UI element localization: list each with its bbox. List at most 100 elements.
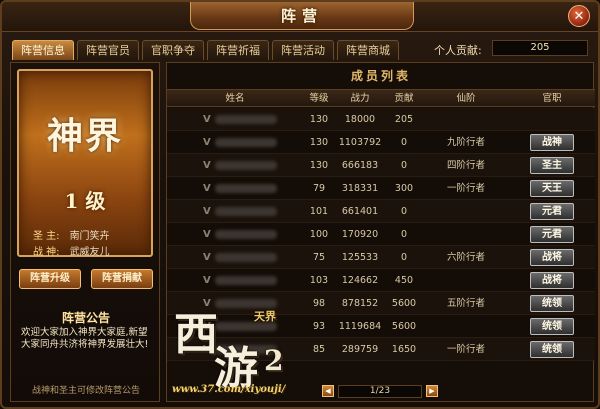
vip-mark: V [203, 228, 211, 240]
member-contribution: 0 [400, 228, 408, 240]
table-row[interactable]: V 100 170920 0 元君 [167, 223, 595, 246]
table-row[interactable]: V 130 1103792 0 九阶行者 战神 [167, 131, 595, 154]
tab-position-contest[interactable]: 官职争夺 [142, 40, 204, 60]
member-immortal-rank: 一阶行者 [446, 182, 485, 194]
member-contribution: 0 [400, 205, 408, 217]
position-button[interactable]: 圣主 [530, 156, 574, 174]
member-position-cell: 统领 [509, 338, 595, 361]
position-button[interactable]: 战将 [530, 271, 574, 289]
member-position-cell: 元君 [509, 200, 595, 223]
blurred-member-name [214, 137, 277, 147]
column-header-level[interactable]: 等级 [303, 90, 335, 106]
member-immortal-rank: 六阶行者 [446, 251, 485, 263]
member-name-cell: V [167, 154, 303, 177]
member-position-cell: 战神 [509, 131, 595, 154]
blurred-member-name [214, 229, 277, 239]
column-header-immortal-rank[interactable]: 仙阶 [423, 90, 509, 106]
table-row[interactable]: V 101 661401 0 元君 [167, 200, 595, 223]
member-level: 130 [309, 113, 329, 125]
member-power: 1119684 [338, 320, 382, 332]
war-god-row: 战 神: 武威友儿 [33, 243, 110, 258]
title-bar: 阵营 ✕ [2, 2, 598, 32]
position-button[interactable]: 统领 [530, 317, 574, 335]
leader-label: 圣 主: [33, 231, 60, 242]
member-position-cell: 战将 [509, 269, 595, 292]
position-button[interactable]: 元君 [530, 225, 574, 243]
member-list-title: 成员列表 [350, 69, 411, 83]
logo-url: www.37.com/xiyouji/ [172, 384, 286, 395]
table-row[interactable]: V 75 125533 0 六阶行者 战将 [167, 246, 595, 269]
announcement-edit-note: 战神和圣主可修改阵营公告 [31, 386, 140, 396]
tab-faction-blessing[interactable]: 阵营祈福 [207, 40, 269, 60]
faction-level: 1 级 [64, 189, 106, 213]
member-position-cell: 天王 [509, 177, 595, 200]
war-god-label: 战 神: [33, 247, 60, 258]
close-icon[interactable]: ✕ [568, 5, 590, 27]
member-position-cell: 统领 [509, 292, 595, 315]
table-row[interactable]: V 79 318331 300 一阶行者 天王 [167, 177, 595, 200]
leader-row: 圣 主: 南门笑卉 [33, 227, 110, 242]
logo-glyph-1: 西 [174, 309, 218, 360]
vip-mark: V [203, 113, 211, 125]
logo-number: 2 [264, 344, 284, 377]
faction-banner: 神界 1 级 圣 主: 南门笑卉 战 神: 武威友儿 [17, 69, 153, 258]
member-name-cell: V [167, 177, 303, 200]
member-power: 878152 [341, 297, 379, 309]
logo-small-text: 天界 [254, 310, 276, 323]
member-contribution: 0 [400, 159, 408, 171]
position-button[interactable]: 战神 [530, 133, 574, 151]
tab-faction-info[interactable]: 阵营信息 [12, 40, 74, 60]
member-position-cell: 统领 [509, 315, 595, 338]
member-name-cell: V [167, 131, 303, 154]
blurred-member-name [214, 160, 277, 170]
position-button[interactable]: 统领 [530, 340, 574, 358]
blurred-member-name [214, 206, 277, 216]
table-row[interactable]: V 130 18000 205 [167, 108, 595, 131]
member-power: 125533 [341, 251, 379, 263]
member-contribution: 300 [394, 182, 414, 194]
column-header-name[interactable]: 姓名 [167, 90, 303, 106]
member-contribution: 0 [400, 136, 408, 148]
position-button[interactable]: 天王 [530, 179, 574, 197]
window-title: 阵营 [280, 7, 323, 25]
member-name-cell: V [167, 246, 303, 269]
faction-donate-button[interactable]: 阵营捐献 [91, 269, 153, 289]
column-header-position[interactable]: 官职 [509, 90, 595, 106]
member-immortal-rank: 九阶行者 [446, 136, 485, 148]
table-row[interactable]: V 103 124662 450 战将 [167, 269, 595, 292]
table-header: 姓名 等级 战力 贡献 仙阶 官职 [167, 89, 595, 107]
faction-info-panel: 神界 1 级 圣 主: 南门笑卉 战 神: 武威友儿 阵营升级 阵营捐献 阵营公告 … [10, 62, 160, 402]
member-power: 661401 [341, 205, 379, 217]
member-power: 18000 [344, 113, 376, 125]
tab-faction-officials[interactable]: 阵营官员 [77, 40, 139, 60]
pagination: ◀ 1/23 ▶ [322, 384, 438, 398]
member-contribution: 205 [394, 113, 414, 125]
tab-faction-shop[interactable]: 阵营商城 [337, 40, 399, 60]
vip-mark: V [203, 205, 211, 217]
title-plate: 阵营 [190, 2, 414, 30]
next-page-button[interactable]: ▶ [426, 385, 438, 397]
blurred-member-name [214, 114, 277, 124]
leader-name: 南门笑卉 [69, 231, 110, 242]
tab-faction-events[interactable]: 阵营活动 [272, 40, 334, 60]
blurred-member-name [214, 275, 277, 285]
member-level: 130 [309, 136, 329, 148]
member-power: 170920 [341, 228, 379, 240]
position-button[interactable]: 统领 [530, 294, 574, 312]
position-button[interactable]: 战将 [530, 248, 574, 266]
position-button[interactable]: 元君 [530, 202, 574, 220]
faction-upgrade-button[interactable]: 阵营升级 [19, 269, 81, 289]
member-immortal-rank: 五阶行者 [446, 297, 485, 309]
member-name-cell: V [167, 223, 303, 246]
table-row[interactable]: V 130 666183 0 四阶行者 圣主 [167, 154, 595, 177]
prev-page-button[interactable]: ◀ [322, 385, 334, 397]
faction-name: 神界 [46, 115, 123, 157]
column-header-contribution[interactable]: 贡献 [385, 90, 423, 106]
member-level: 130 [309, 159, 329, 171]
member-level: 79 [312, 182, 326, 194]
page-indicator: 1/23 [338, 384, 422, 398]
member-power: 1103792 [338, 136, 382, 148]
faction-window: 阵营 ✕ 阵营信息 阵营官员 官职争夺 阵营祈福 阵营活动 阵营商城 个人贡献:… [0, 0, 600, 409]
column-header-power[interactable]: 战力 [335, 90, 385, 106]
member-contribution: 1650 [391, 343, 417, 355]
